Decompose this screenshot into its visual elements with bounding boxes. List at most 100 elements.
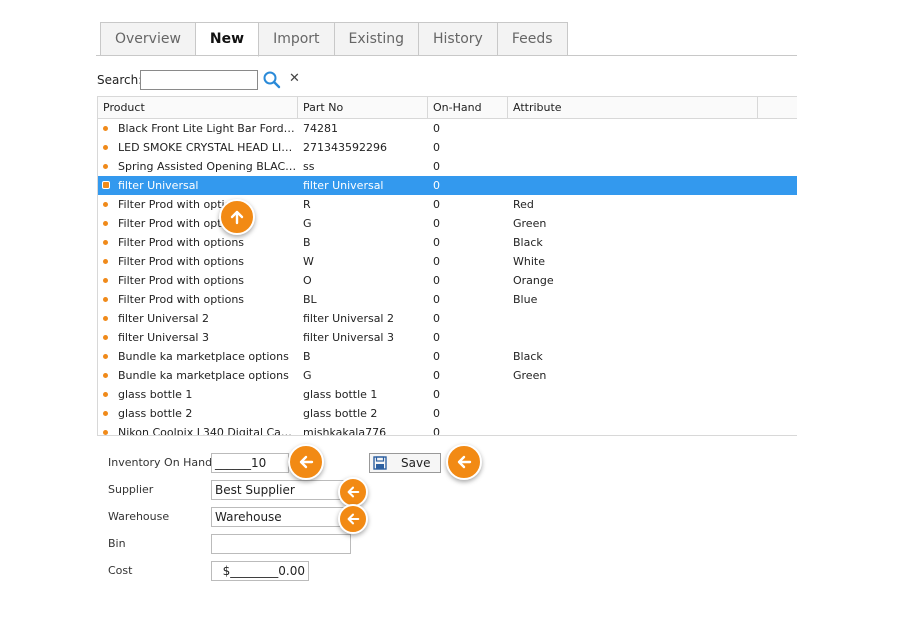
on-hand-cell: 0 — [428, 328, 508, 347]
attribute-cell — [508, 119, 758, 138]
cost-field[interactable]: $________0.00 — [211, 561, 309, 581]
attribute-cell — [508, 176, 758, 195]
product-cell: filter Universal 3 — [98, 328, 298, 347]
product-cell: Filter Prod with options — [98, 195, 298, 214]
attribute-cell: Black — [508, 347, 758, 366]
cost-label: Cost — [108, 564, 133, 577]
on-hand-cell-text: 0 — [433, 179, 440, 192]
product-cell: Black Front Lite Light Bar Ford F1... — [98, 119, 298, 138]
table-row[interactable]: filter Universal 2 filter Universal 2 0 — [98, 309, 797, 328]
part-no-cell-text: G — [303, 369, 312, 382]
column-header-on-hand[interactable]: On-Hand — [428, 97, 508, 118]
save-button[interactable]: Save — [369, 453, 441, 473]
product-cell: Filter Prod with options — [98, 290, 298, 309]
tab-history[interactable]: History — [419, 22, 498, 56]
table-row[interactable]: Filter Prod with options B 0 Black — [98, 233, 797, 252]
on-hand-cell-text: 0 — [433, 407, 440, 420]
on-hand-cell: 0 — [428, 385, 508, 404]
part-no-cell-text: filter Universal 2 — [303, 312, 394, 325]
table-row[interactable]: Bundle ka marketplace options G 0 Green — [98, 366, 797, 385]
tab-import[interactable]: Import — [259, 22, 335, 56]
on-hand-cell-text: 0 — [433, 293, 440, 306]
arrow-up-icon — [230, 210, 244, 225]
on-hand-cell: 0 — [428, 119, 508, 138]
warehouse-field[interactable]: Warehouse — [211, 507, 351, 527]
arrow-left-callout-supplier — [338, 477, 368, 507]
search-label: Search: — [97, 73, 143, 87]
column-header-attribute[interactable]: Attribute — [508, 97, 758, 118]
product-grid: Product Part No On-Hand Attribute Black … — [97, 96, 797, 436]
product-cell: filter Universal 2 — [98, 309, 298, 328]
on-hand-cell-text: 0 — [433, 350, 440, 363]
table-row[interactable]: filter Universal filter Universal 0 — [98, 176, 797, 195]
tab-overview[interactable]: Overview — [100, 22, 196, 56]
on-hand-cell-text: 0 — [433, 217, 440, 230]
attribute-cell: White — [508, 252, 758, 271]
product-cell: Spring Assisted Opening BLACK T... — [98, 157, 298, 176]
part-no-cell: O — [298, 271, 428, 290]
part-no-cell-text: G — [303, 217, 312, 230]
arrow-left-icon — [299, 455, 314, 469]
tab-feeds[interactable]: Feeds — [497, 22, 568, 56]
table-row[interactable]: Filter Prod with options BL 0 Blue — [98, 290, 797, 309]
on-hand-cell: 0 — [428, 195, 508, 214]
on-hand-cell-text: 0 — [433, 369, 440, 382]
tab-existing[interactable]: Existing — [334, 22, 419, 56]
on-hand-cell-text: 0 — [433, 426, 440, 436]
part-no-cell-text: W — [303, 255, 314, 268]
attribute-cell-text: Black — [513, 236, 543, 249]
status-dot-icon — [103, 164, 108, 169]
save-label: Save — [401, 456, 431, 470]
product-cell-text: glass bottle 1 — [118, 388, 193, 401]
attribute-cell — [508, 404, 758, 423]
table-row[interactable]: Filter Prod with options W 0 White — [98, 252, 797, 271]
part-no-cell: glass bottle 2 — [298, 404, 428, 423]
table-row[interactable]: Nikon Coolpix L340 Digital Camer... mishk… — [98, 423, 797, 436]
on-hand-cell: 0 — [428, 290, 508, 309]
product-cell-text: Black Front Lite Light Bar Ford F1... — [118, 122, 298, 135]
column-header-part-no[interactable]: Part No — [298, 97, 428, 118]
search-icon[interactable] — [262, 70, 282, 90]
supplier-field[interactable]: Best Supplier — [211, 480, 351, 500]
product-cell: Filter Prod with options — [98, 214, 298, 233]
product-cell-text: Filter Prod with options — [118, 293, 245, 306]
status-dot-icon — [103, 430, 108, 435]
table-row[interactable]: Filter Prod with options R 0 Red — [98, 195, 797, 214]
table-row[interactable]: Spring Assisted Opening BLACK T... ss 0 — [98, 157, 797, 176]
product-cell: Bundle ka marketplace options — [98, 366, 298, 385]
product-cell-text: Spring Assisted Opening BLACK T... — [118, 160, 298, 173]
part-no-cell: ss — [298, 157, 428, 176]
table-row[interactable]: Bundle ka marketplace options B 0 Black — [98, 347, 797, 366]
table-row[interactable]: filter Universal 3 filter Universal 3 0 — [98, 328, 797, 347]
tab-new[interactable]: New — [195, 22, 260, 57]
part-no-cell: filter Universal — [298, 176, 428, 195]
bin-label: Bin — [108, 537, 126, 550]
supplier-label: Supplier — [108, 483, 154, 496]
bin-field[interactable] — [211, 534, 351, 554]
table-row[interactable]: Filter Prod with options O 0 Orange — [98, 271, 797, 290]
part-no-cell: BL — [298, 290, 428, 309]
on-hand-cell: 0 — [428, 138, 508, 157]
grid-body: Black Front Lite Light Bar Ford F1... 742… — [98, 119, 797, 436]
status-dot-icon — [103, 373, 108, 378]
part-no-cell: mishkakala776 — [298, 423, 428, 435]
attribute-cell-text: White — [513, 255, 545, 268]
search-input[interactable] — [140, 70, 258, 90]
on-hand-cell-text: 0 — [433, 141, 440, 154]
table-row[interactable]: glass bottle 2 glass bottle 2 0 — [98, 404, 797, 423]
column-header-product[interactable]: Product — [98, 97, 298, 118]
table-row[interactable]: Black Front Lite Light Bar Ford F1... 742… — [98, 119, 797, 138]
attribute-cell — [508, 328, 758, 347]
table-row[interactable]: Filter Prod with options G 0 Green — [98, 214, 797, 233]
table-row[interactable]: glass bottle 1 glass bottle 1 0 — [98, 385, 797, 404]
warehouse-label: Warehouse — [108, 510, 170, 523]
table-row[interactable]: LED SMOKE CRYSTAL HEAD LIGH... 2713435922… — [98, 138, 797, 157]
product-cell-text: Bundle ka marketplace options — [118, 369, 289, 382]
clear-icon[interactable]: ✕ — [289, 71, 300, 86]
attribute-cell — [508, 309, 758, 328]
part-no-cell-text: B — [303, 350, 311, 363]
status-dot-icon — [103, 335, 108, 340]
inventory-field[interactable]: ______10 — [211, 453, 289, 473]
on-hand-cell: 0 — [428, 347, 508, 366]
tab-divider — [96, 55, 797, 56]
